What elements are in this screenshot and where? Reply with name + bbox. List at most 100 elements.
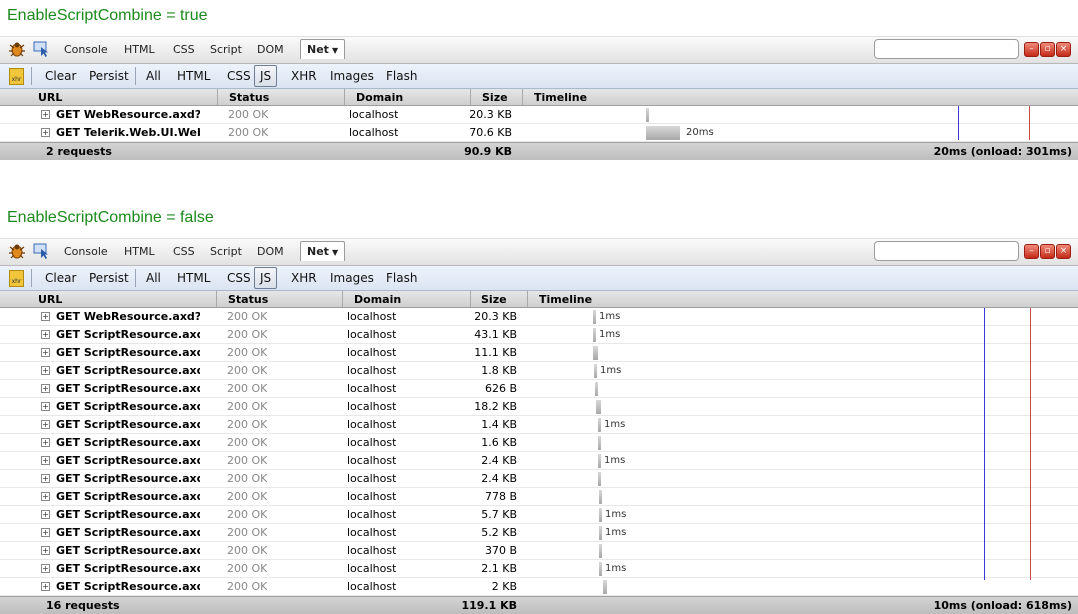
filter-button-css[interactable]: CSS (227, 69, 251, 83)
request-row[interactable]: + GET ScriptResource.axd?c 200 OK localhost… (0, 380, 1078, 398)
filter-button-flash[interactable]: Flash (386, 69, 417, 83)
timeline-label: 1ms (605, 509, 627, 520)
column-divider (470, 291, 471, 307)
column-header-domain[interactable]: Domain (356, 91, 403, 104)
tab-console[interactable]: Console (64, 43, 108, 56)
search-input[interactable] (874, 39, 1019, 59)
column-header-url[interactable]: URL (38, 91, 62, 104)
filter-button-js[interactable]: JS (254, 267, 278, 289)
tab-script[interactable]: Script (210, 245, 242, 258)
expand-icon[interactable]: + (41, 312, 50, 321)
detach-icon[interactable]: ▫ (1040, 244, 1055, 259)
expand-icon[interactable]: + (41, 128, 50, 137)
request-row[interactable]: + GET ScriptResource.axd?c 200 OK localhost… (0, 506, 1078, 524)
request-size: 2.4 KB (481, 454, 517, 467)
expand-icon[interactable]: + (41, 330, 50, 339)
column-header-timeline[interactable]: Timeline (534, 91, 587, 104)
request-row[interactable]: + GET ScriptResource.axd?c 200 OK localhost… (0, 416, 1078, 434)
request-row[interactable]: + GET Telerik.Web.UI.WebR 200 OK localhost 7… (0, 124, 1078, 142)
tab-dom[interactable]: DOM (257, 245, 284, 258)
minimize-icon[interactable]: – (1024, 42, 1039, 57)
column-header-size[interactable]: Size (481, 293, 507, 306)
minimize-icon[interactable]: – (1024, 244, 1039, 259)
filter-button-clear[interactable]: Clear (45, 69, 76, 83)
firebug-bug-icon[interactable] (8, 41, 26, 57)
filter-button-js[interactable]: JS (254, 65, 278, 87)
detach-icon[interactable]: ▫ (1040, 42, 1055, 57)
timeline-label: 1ms (604, 455, 626, 466)
request-row[interactable]: + GET ScriptResource.axd?c 200 OK localhost… (0, 344, 1078, 362)
expand-icon[interactable]: + (41, 110, 50, 119)
request-domain: localhost (347, 382, 397, 395)
column-header-status[interactable]: Status (229, 91, 269, 104)
expand-icon[interactable]: + (41, 510, 50, 519)
expand-icon[interactable]: + (41, 384, 50, 393)
column-header-status[interactable]: Status (228, 293, 268, 306)
filter-button-images[interactable]: Images (330, 271, 374, 285)
tab-script[interactable]: Script (210, 43, 242, 56)
request-row[interactable]: + GET ScriptResource.axd?c 200 OK localhost… (0, 434, 1078, 452)
tab-dom[interactable]: DOM (257, 43, 284, 56)
column-header-domain[interactable]: Domain (354, 293, 401, 306)
filter-button-images[interactable]: Images (330, 69, 374, 83)
filter-button-flash[interactable]: Flash (386, 271, 417, 285)
request-row[interactable]: + GET ScriptResource.axd?c 200 OK localhost… (0, 488, 1078, 506)
timeline-bar (599, 508, 602, 522)
request-url: GET ScriptResource.axd?c (56, 544, 200, 557)
filter-button-html[interactable]: HTML (177, 69, 210, 83)
filter-button-css[interactable]: CSS (227, 271, 251, 285)
tab-html[interactable]: HTML (124, 245, 155, 258)
tab-net[interactable]: Net ▼ (300, 39, 346, 59)
request-row[interactable]: + GET ScriptResource.axd?c 200 OK localhost… (0, 542, 1078, 560)
expand-icon[interactable]: + (41, 582, 50, 591)
expand-icon[interactable]: + (41, 366, 50, 375)
filter-button-all[interactable]: All (146, 271, 161, 285)
expand-icon[interactable]: + (41, 456, 50, 465)
firebug-bug-icon[interactable] (8, 243, 26, 259)
tab-css[interactable]: CSS (173, 245, 195, 258)
request-row[interactable]: + GET ScriptResource.axd?c 200 OK localhost… (0, 524, 1078, 542)
tab-css[interactable]: CSS (173, 43, 195, 56)
request-row[interactable]: + GET ScriptResource.axd?c 200 OK localhost… (0, 560, 1078, 578)
tab-console[interactable]: Console (64, 245, 108, 258)
inspect-element-icon[interactable] (33, 243, 51, 259)
expand-icon[interactable]: + (41, 420, 50, 429)
column-header-size[interactable]: Size (482, 91, 508, 104)
expand-icon[interactable]: + (41, 474, 50, 483)
request-row[interactable]: + GET ScriptResource.axd?c 200 OK localhost… (0, 326, 1078, 344)
request-row[interactable]: + GET ScriptResource.axd?c 200 OK localhost… (0, 362, 1078, 380)
expand-icon[interactable]: + (41, 492, 50, 501)
request-row[interactable]: + GET ScriptResource.axd?c 200 OK localhost… (0, 578, 1078, 596)
column-header-timeline[interactable]: Timeline (539, 293, 592, 306)
tab-net[interactable]: Net ▼ (300, 241, 346, 261)
filter-button-all[interactable]: All (146, 69, 161, 83)
filter-button-xhr[interactable]: XHR (291, 69, 317, 83)
expand-icon[interactable]: + (41, 438, 50, 447)
close-icon[interactable]: × (1056, 42, 1071, 57)
request-row[interactable]: + GET WebResource.axd?d= 200 OK localhost 20… (0, 106, 1078, 124)
filter-button-xhr[interactable]: XHR (291, 271, 317, 285)
filter-button-persist[interactable]: Persist (89, 271, 129, 285)
inspect-element-icon[interactable] (33, 41, 51, 57)
expand-icon[interactable]: + (41, 528, 50, 537)
column-header-url[interactable]: URL (38, 293, 62, 306)
chevron-down-icon: ▼ (331, 248, 339, 257)
request-size: 2 KB (491, 580, 517, 593)
request-row[interactable]: + GET WebResource.axd?d= 200 OK localhost 20… (0, 308, 1078, 326)
filter-button-clear[interactable]: Clear (45, 271, 76, 285)
request-row[interactable]: + GET ScriptResource.axd?c 200 OK localhost… (0, 452, 1078, 470)
request-row[interactable]: + GET ScriptResource.axd?c 200 OK localhost… (0, 470, 1078, 488)
xhr-icon[interactable]: xhr (9, 68, 24, 85)
filter-button-html[interactable]: HTML (177, 271, 210, 285)
xhr-icon[interactable]: xhr (9, 270, 24, 287)
search-input[interactable] (874, 241, 1019, 261)
tab-html[interactable]: HTML (124, 43, 155, 56)
request-row[interactable]: + GET ScriptResource.axd?c 200 OK localhost… (0, 398, 1078, 416)
request-status: 200 OK (227, 580, 268, 593)
expand-icon[interactable]: + (41, 564, 50, 573)
close-icon[interactable]: × (1056, 244, 1071, 259)
filter-button-persist[interactable]: Persist (89, 69, 129, 83)
expand-icon[interactable]: + (41, 348, 50, 357)
expand-icon[interactable]: + (41, 546, 50, 555)
expand-icon[interactable]: + (41, 402, 50, 411)
